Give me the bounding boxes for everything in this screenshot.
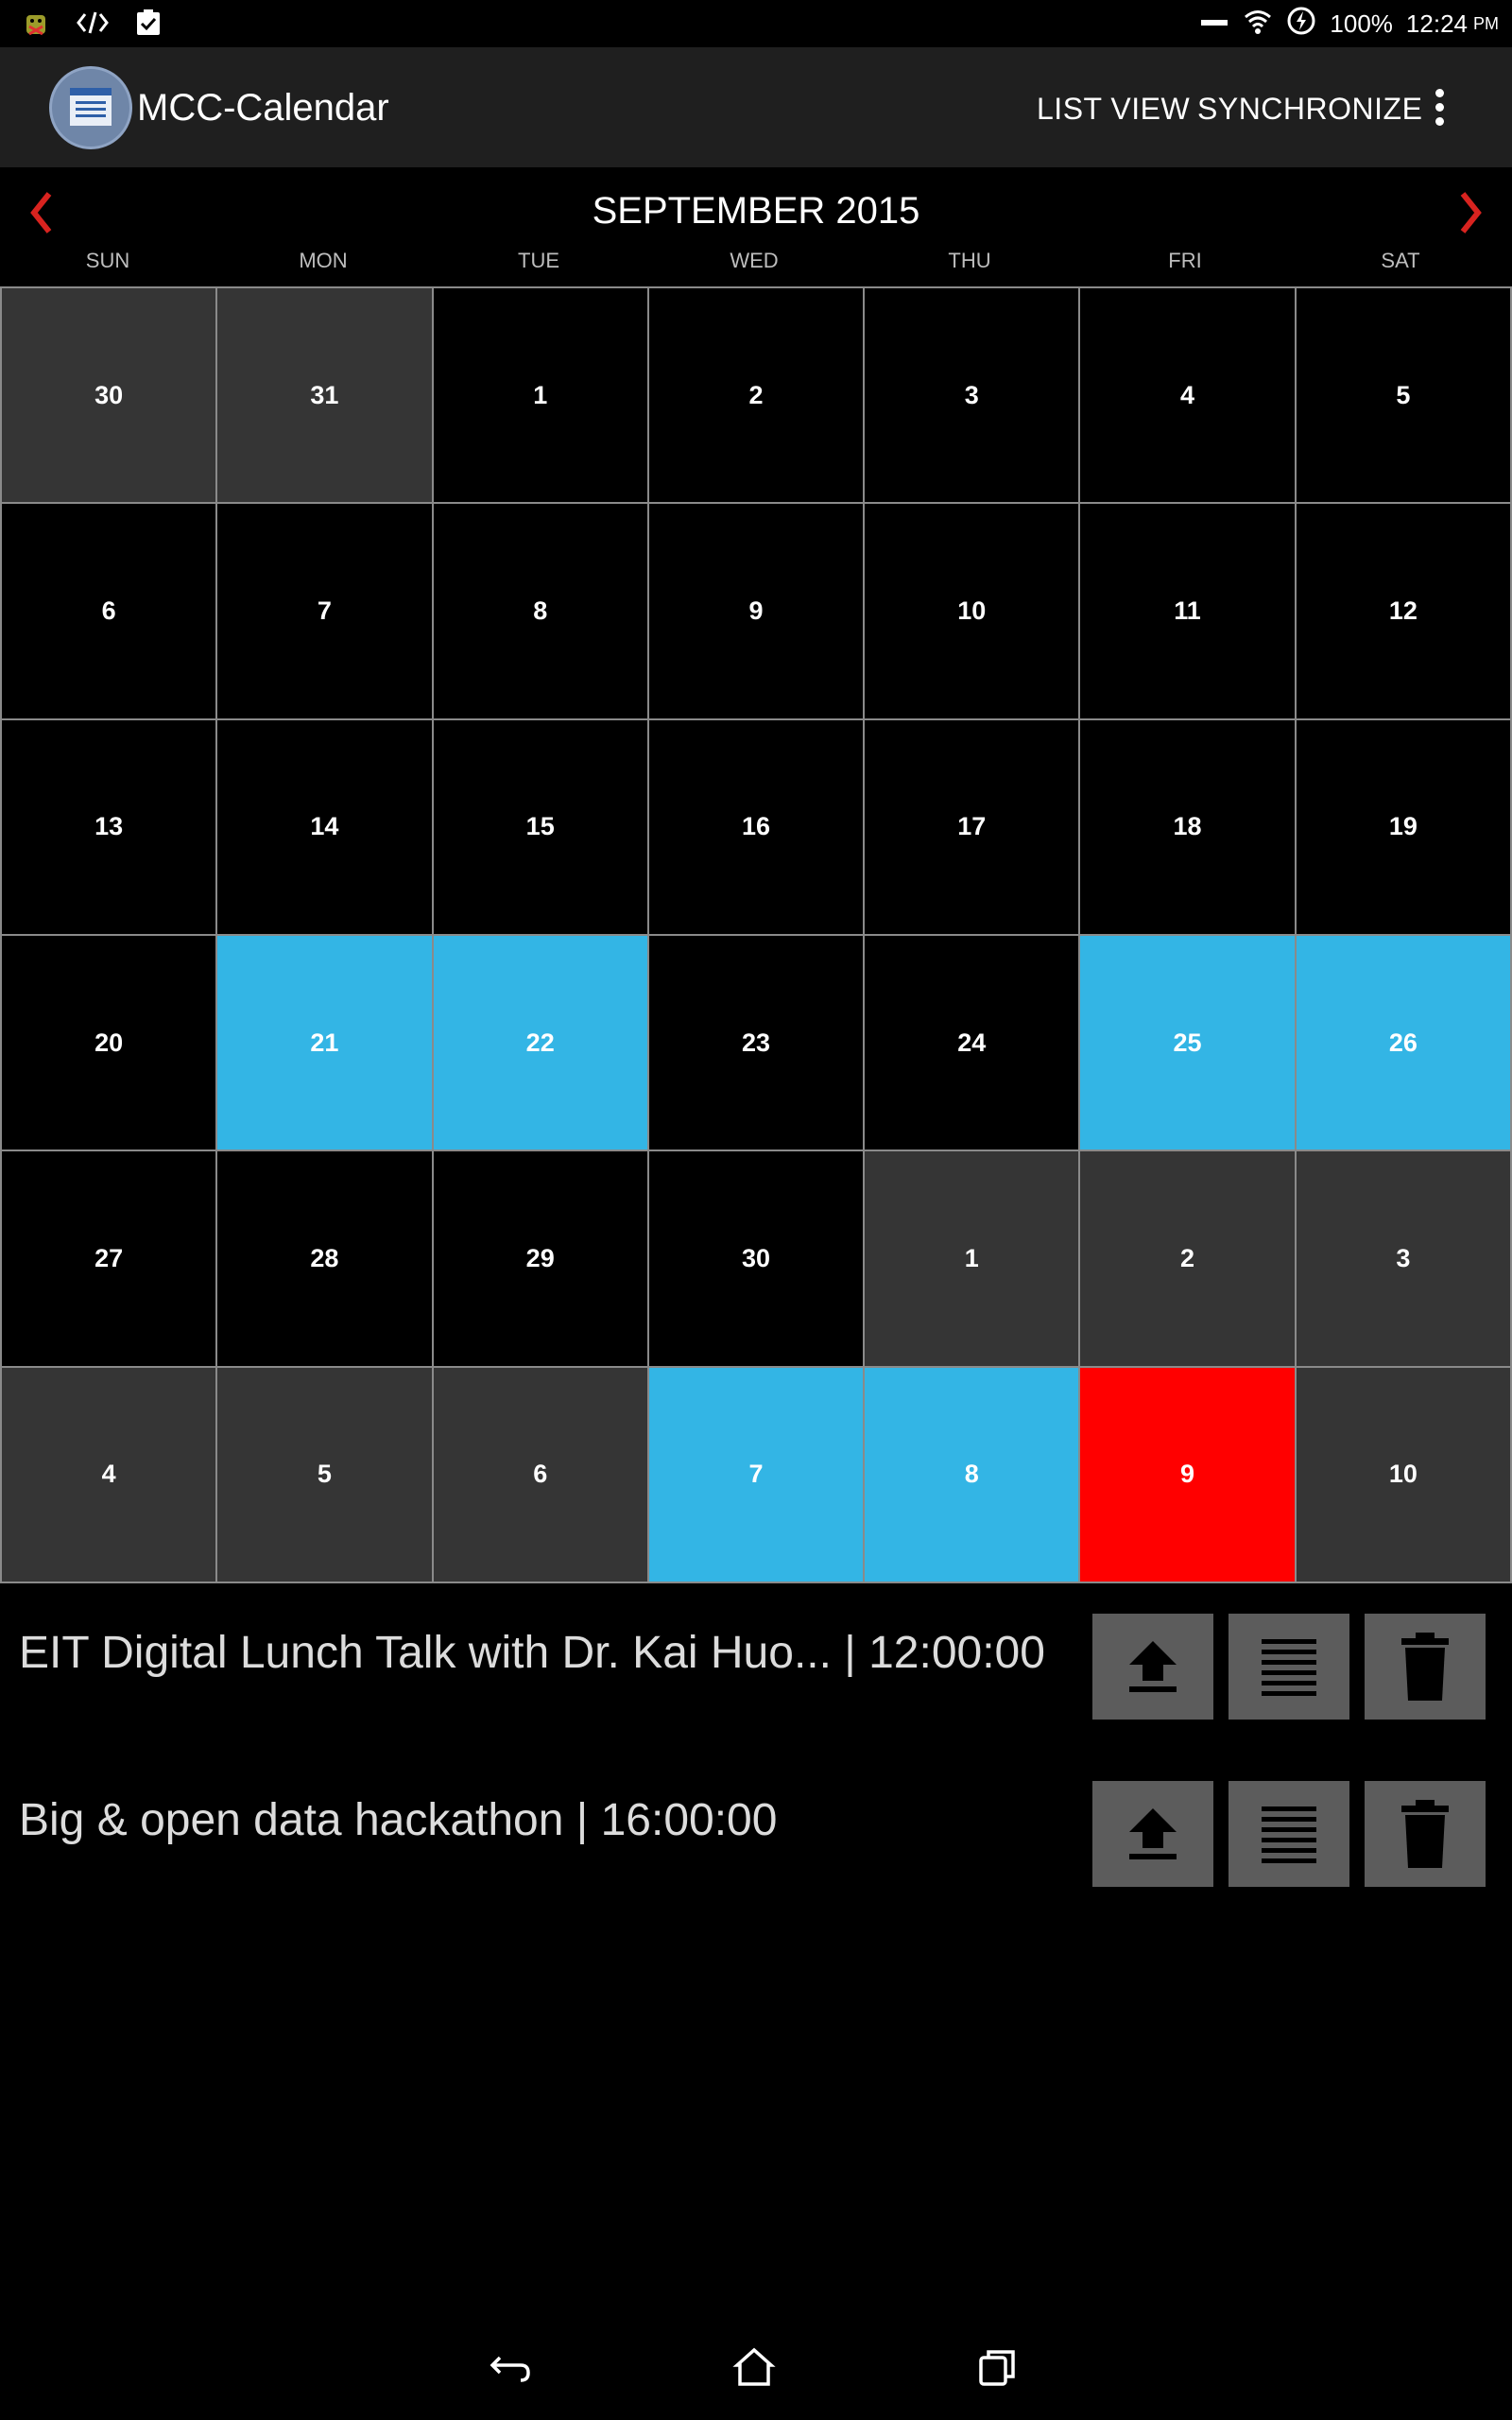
battery-icon	[1286, 6, 1316, 43]
home-icon[interactable]	[730, 2344, 778, 2392]
calendar-day-cell[interactable]: 6	[2, 504, 216, 718]
calendar-day-cell[interactable]: 1	[865, 1151, 1079, 1366]
event-row: Big & open data hackathon | 16:00:00	[0, 1781, 1512, 1887]
calendar-day-cell[interactable]: 8	[433, 504, 647, 718]
app-title: MCC-Calendar	[137, 87, 389, 129]
details-list-icon	[1262, 1639, 1316, 1696]
upload-button[interactable]	[1092, 1614, 1213, 1720]
recents-icon[interactable]	[973, 2344, 1021, 2392]
calendar-day-cell[interactable]: 14	[217, 719, 432, 934]
weekday-label: WED	[730, 249, 779, 272]
clipboard-check-icon	[134, 8, 163, 43]
status-bar-system: 100% 12:24 PM	[1199, 6, 1499, 43]
upload-icon	[1129, 1641, 1177, 1692]
calendar-day-cell[interactable]: 16	[648, 719, 864, 934]
calendar-day-cell[interactable]: 18	[1080, 719, 1295, 934]
calendar-day-cell[interactable]: 10	[865, 504, 1079, 718]
calendar-day-cell[interactable]: 5	[217, 1367, 432, 1582]
calendar-day-cell[interactable]: 13	[2, 719, 216, 934]
overflow-menu-icon[interactable]	[1425, 89, 1453, 130]
calendar-day-cell[interactable]: 30	[2, 288, 216, 503]
weekday-label: FRI	[1168, 249, 1202, 272]
month-header: SEPTEMBER 2015 SUN MON TUE WED THU FRI SAT	[0, 167, 1512, 288]
calendar-app-icon[interactable]	[49, 66, 132, 149]
code-icon	[76, 9, 110, 42]
calendar-day-cell[interactable]: 1	[433, 288, 647, 503]
trash-icon	[1401, 1633, 1449, 1701]
calendar-day-cell[interactable]: 29	[433, 1151, 647, 1366]
calendar-day-cell[interactable]: 3	[1296, 1151, 1510, 1366]
calendar-day-cell[interactable]: 3	[865, 288, 1079, 503]
calendar-day-cell[interactable]: 8	[865, 1367, 1079, 1582]
synchronize-button[interactable]: SYNCHRONIZE	[1197, 92, 1422, 127]
calendar-day-cell[interactable]: 30	[648, 1151, 864, 1366]
calendar-day-cell[interactable]: 20	[2, 935, 216, 1150]
navigation-bar	[0, 2316, 1512, 2420]
calendar-day-cell[interactable]: 10	[1296, 1367, 1510, 1582]
calendar-day-cell[interactable]: 23	[648, 935, 864, 1150]
calendar-day-cell[interactable]: 17	[865, 719, 1079, 934]
upload-icon	[1129, 1808, 1177, 1859]
status-bar: 100% 12:24 PM	[0, 0, 1512, 47]
calendar-day-cell[interactable]: 5	[1296, 288, 1510, 503]
calendar-day-cell[interactable]: 22	[433, 935, 647, 1150]
event-title[interactable]: Big & open data hackathon | 16:00:00	[19, 1794, 777, 1846]
calendar-day-cell[interactable]: 9	[1080, 1367, 1295, 1582]
trash-icon	[1401, 1800, 1449, 1868]
delete-button[interactable]	[1365, 1781, 1486, 1887]
action-bar: MCC-Calendar LIST VIEW SYNCHRONIZE	[0, 47, 1512, 167]
calendar-day-cell[interactable]: 4	[1080, 288, 1295, 503]
battery-percent: 100%	[1330, 9, 1393, 38]
calendar-grid: 30 31 1 2 3 4 5 6 7 8 9 10 11 12 13 14 15 16 17 18 19 20 21 22 2…	[0, 286, 1512, 1583]
back-icon[interactable]	[487, 2344, 534, 2392]
android-debug-icon	[21, 8, 51, 43]
calendar-day-cell[interactable]: 2	[1080, 1151, 1295, 1366]
calendar-day-cell[interactable]: 7	[648, 1367, 864, 1582]
calendar-day-cell[interactable]: 26	[1296, 935, 1510, 1150]
details-button[interactable]	[1228, 1614, 1349, 1720]
calendar-day-cell[interactable]: 19	[1296, 719, 1510, 934]
calendar-day-cell[interactable]: 27	[2, 1151, 216, 1366]
details-list-icon	[1262, 1806, 1316, 1863]
calendar-day-cell[interactable]: 21	[217, 935, 432, 1150]
calendar-day-cell[interactable]: 28	[217, 1151, 432, 1366]
weekday-label: THU	[948, 249, 991, 272]
calendar-day-cell[interactable]: 12	[1296, 504, 1510, 718]
calendar-day-cell[interactable]: 4	[2, 1367, 216, 1582]
calendar-day-cell[interactable]: 31	[217, 288, 432, 503]
calendar-day-cell[interactable]: 2	[648, 288, 864, 503]
calendar-day-cell[interactable]: 15	[433, 719, 647, 934]
weekday-header: SUN MON TUE WED THU FRI SAT	[0, 249, 1512, 283]
weekday-label: SAT	[1381, 249, 1420, 272]
calendar-day-cell[interactable]: 25	[1080, 935, 1295, 1150]
signal-icon	[1199, 9, 1229, 39]
clock-ampm: PM	[1473, 14, 1499, 33]
upload-button[interactable]	[1092, 1781, 1213, 1887]
calendar-day-cell[interactable]: 7	[217, 504, 432, 718]
event-title[interactable]: EIT Digital Lunch Talk with Dr. Kai Huo.…	[19, 1627, 1045, 1679]
wifi-icon	[1243, 6, 1273, 43]
weekday-label: MON	[299, 249, 348, 272]
calendar-day-cell[interactable]: 24	[865, 935, 1079, 1150]
status-bar-notifications	[21, 8, 163, 43]
details-button[interactable]	[1228, 1781, 1349, 1887]
clock: 12:24	[1405, 9, 1468, 38]
event-row: EIT Digital Lunch Talk with Dr. Kai Huo.…	[0, 1614, 1512, 1720]
calendar-day-cell[interactable]: 9	[648, 504, 864, 718]
calendar-day-cell[interactable]: 6	[433, 1367, 647, 1582]
list-view-button[interactable]: LIST VIEW	[1037, 92, 1190, 127]
month-title: SEPTEMBER 2015	[592, 190, 920, 232]
weekday-label: SUN	[85, 249, 130, 272]
delete-button[interactable]	[1365, 1614, 1486, 1720]
chevron-right-icon[interactable]	[1446, 184, 1493, 241]
calendar-day-cell[interactable]: 11	[1080, 504, 1295, 718]
weekday-label: TUE	[518, 249, 559, 272]
